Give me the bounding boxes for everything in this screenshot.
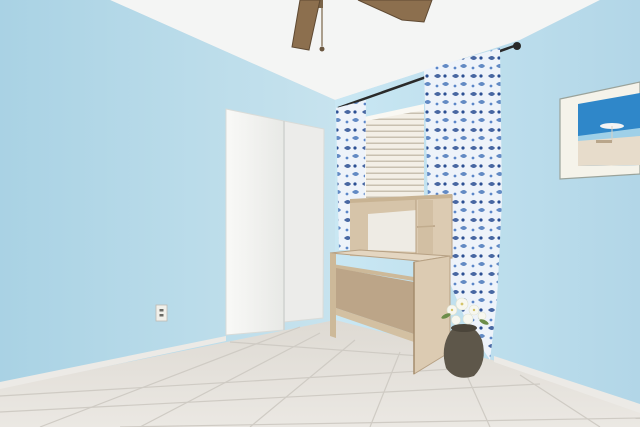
closet-doors (225, 108, 325, 336)
window-blinds (364, 104, 424, 200)
room-photo (0, 0, 640, 427)
wall-outlet (155, 304, 168, 322)
framed-beach-artwork (559, 81, 640, 180)
